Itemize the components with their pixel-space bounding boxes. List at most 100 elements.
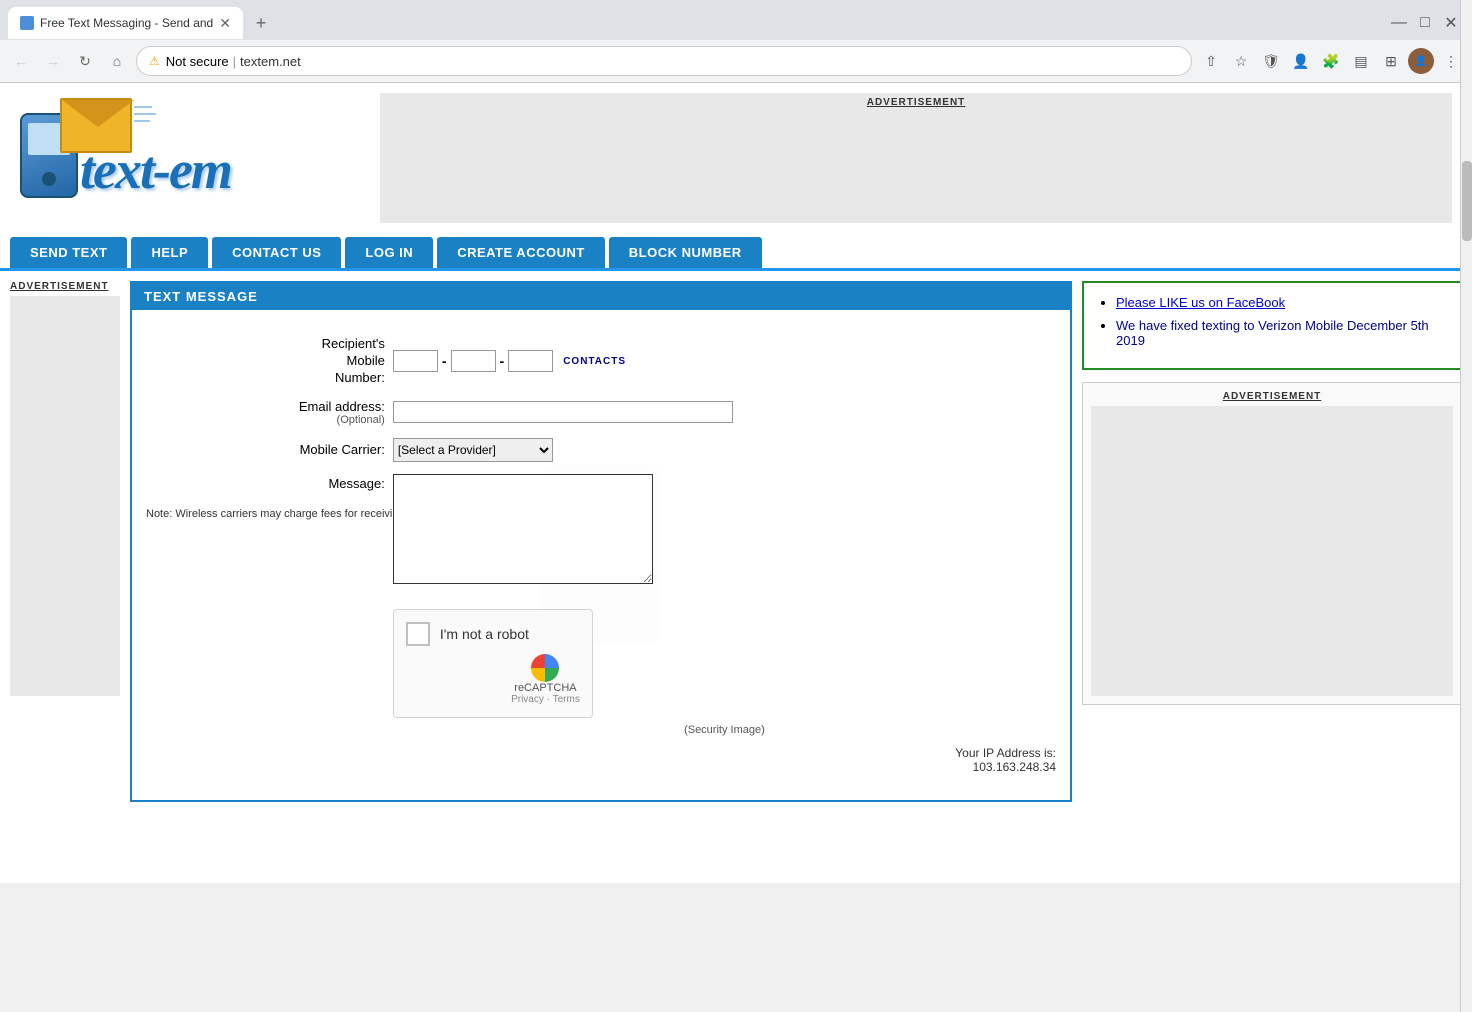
security-warning-text: Not secure — [166, 54, 229, 69]
form-panel-body: Recipient's Mobile Number: - - — [132, 310, 1070, 800]
phone-prefix[interactable] — [451, 350, 496, 372]
logo-text: text-em — [80, 143, 231, 197]
nav-log-in[interactable]: LOG IN — [345, 237, 433, 268]
back-button[interactable]: ← — [8, 48, 34, 74]
email-label: Email address: (Optional) — [142, 393, 389, 432]
header-ad-banner: ADVERTISEMENT — [380, 93, 1452, 223]
carrier-row: Mobile Carrier: [Select a Provider] — [142, 432, 1060, 468]
address-separator: | — [233, 54, 236, 69]
phone-area-code[interactable] — [393, 350, 438, 372]
bookmark-button[interactable]: ☆ — [1228, 48, 1254, 74]
recaptcha-widget[interactable]: I'm not a robot reCAPTCHA Privacy — [393, 609, 593, 718]
message-label: Message: Note: Wireless carriers may cha… — [142, 468, 389, 593]
account-button[interactable]: 👤 — [1288, 48, 1314, 74]
captcha-row: I'm not a robot — [406, 622, 580, 646]
forward-button[interactable]: → — [40, 48, 66, 74]
announcement-verizon: We have fixed texting to Verizon Mobile … — [1116, 318, 1448, 348]
right-ad-label: ADVERTISEMENT — [1091, 391, 1453, 402]
left-ad-label: ADVERTISEMENT — [10, 281, 120, 292]
captcha-cell: I'm not a robot reCAPTCHA Privacy — [389, 593, 1060, 780]
announcement-list: Please LIKE us on FaceBook We have fixed… — [1096, 295, 1448, 348]
recaptcha-links: Privacy · Terms — [511, 694, 580, 705]
recaptcha-logo — [531, 654, 559, 682]
announcement-facebook: Please LIKE us on FaceBook — [1116, 295, 1448, 310]
browser-chrome: Free Text Messaging - Send and ✕ + — □ ✕… — [0, 0, 1472, 83]
recaptcha-label: reCAPTCHA — [514, 682, 576, 694]
phone-dash-2: - — [500, 353, 505, 369]
right-advertisement: ADVERTISEMENT — [1082, 382, 1462, 705]
text-message-panel: TEXT MESSAGE Recipient's Mobile Number: — [130, 281, 1072, 802]
captcha-row: I'm not a robot reCAPTCHA Privacy — [142, 593, 1060, 780]
message-textarea-cell — [389, 468, 1060, 593]
wireless-note: Note: Wireless carriers may charge fees … — [146, 507, 266, 522]
message-row: Message: Note: Wireless carriers may cha… — [142, 468, 1060, 593]
scrollbar-thumb[interactable] — [1462, 161, 1472, 241]
phone-inputs-cell: - - CONTACTS — [389, 330, 1060, 393]
browser-tab[interactable]: Free Text Messaging - Send and ✕ — [8, 7, 243, 39]
phone-line[interactable] — [508, 350, 553, 372]
form-table: Recipient's Mobile Number: - - — [142, 330, 1060, 780]
tab-title: Free Text Messaging - Send and — [40, 16, 213, 30]
address-url: textem.net — [240, 54, 301, 69]
captcha-label: I'm not a robot — [440, 626, 529, 642]
email-row: Email address: (Optional) — [142, 393, 1060, 432]
security-warning-icon: ⚠ — [149, 54, 160, 68]
right-ad-content — [1091, 406, 1453, 696]
nav-block-number[interactable]: BLOCK NUMBER — [609, 237, 762, 268]
phone-inputs: - - CONTACTS — [393, 350, 1056, 372]
privacy-link[interactable]: Privacy — [511, 694, 544, 705]
close-button[interactable]: ✕ — [1442, 14, 1460, 32]
announcement-box: Please LIKE us on FaceBook We have fixed… — [1082, 281, 1462, 370]
window-controls: — □ ✕ — [1390, 14, 1464, 32]
right-sidebar: Please LIKE us on FaceBook We have fixed… — [1082, 281, 1462, 802]
recipient-row: Recipient's Mobile Number: - - — [142, 330, 1060, 393]
toolbar-icons: ⇧ ☆ 🛡 👤 🧩 ▤ ⊞ 👤 ⋮ — [1198, 48, 1464, 74]
nav-create-account[interactable]: CREATE ACCOUNT — [437, 237, 605, 268]
page-wrapper: text-em ADVERTISEMENT SEND TEXT HELP CON… — [0, 83, 1472, 883]
reload-button[interactable]: ↻ — [72, 48, 98, 74]
new-tab-button[interactable]: + — [247, 9, 275, 37]
nav-send-text[interactable]: SEND TEXT — [10, 237, 127, 268]
form-panel-header: TEXT MESSAGE — [132, 283, 1070, 310]
home-button[interactable]: ⌂ — [104, 48, 130, 74]
form-area: TEXT MESSAGE Recipient's Mobile Number: — [130, 281, 1072, 802]
captcha-footer: reCAPTCHA Privacy · Terms — [406, 654, 580, 705]
contacts-button[interactable]: CONTACTS — [563, 356, 626, 367]
profile-avatar[interactable]: 👤 — [1408, 48, 1434, 74]
recipient-label: Recipient's Mobile Number: — [142, 330, 389, 393]
email-input-cell — [389, 393, 1060, 432]
nav-help[interactable]: HELP — [131, 237, 208, 268]
extensions-button[interactable]: 🧩 — [1318, 48, 1344, 74]
carrier-select-cell: [Select a Provider] — [389, 432, 1060, 468]
carrier-dropdown[interactable]: [Select a Provider] — [393, 438, 553, 462]
split-view-button[interactable]: ⊞ — [1378, 48, 1404, 74]
email-input[interactable] — [393, 401, 733, 423]
carrier-label: Mobile Carrier: — [142, 432, 389, 468]
shield-icon[interactable]: 🛡 — [1258, 48, 1284, 74]
share-button[interactable]: ⇧ — [1198, 48, 1224, 74]
facebook-link[interactable]: Please LIKE us on FaceBook — [1116, 295, 1285, 310]
left-ad-content — [10, 296, 120, 696]
tab-close-icon[interactable]: ✕ — [219, 15, 231, 32]
sidebar-button[interactable]: ▤ — [1348, 48, 1374, 74]
browser-titlebar: Free Text Messaging - Send and ✕ + — □ ✕ — [0, 0, 1472, 40]
main-layout: ADVERTISEMENT TEXT MESSAGE Recipient's — [0, 271, 1472, 812]
browser-controls: ← → ↻ ⌂ ⚠ Not secure | textem.net ⇧ ☆ 🛡 … — [0, 40, 1472, 83]
security-image-label: (Security Image) — [393, 724, 1056, 736]
ip-value: 103.163.248.34 — [973, 760, 1056, 774]
message-textarea[interactable] — [393, 474, 653, 584]
site-navigation: SEND TEXT HELP CONTACT US LOG IN CREATE … — [0, 233, 1472, 271]
terms-link[interactable]: Terms — [553, 694, 580, 705]
left-advertisement: ADVERTISEMENT — [10, 281, 120, 802]
header-ad-label: ADVERTISEMENT — [867, 97, 966, 108]
address-bar[interactable]: ⚠ Not secure | textem.net — [136, 46, 1192, 76]
nav-contact-us[interactable]: CONTACT US — [212, 237, 341, 268]
scrollbar-track[interactable] — [1460, 0, 1472, 1012]
logo-area: text-em — [20, 93, 360, 223]
site-header: text-em ADVERTISEMENT — [0, 83, 1472, 233]
maximize-button[interactable]: □ — [1416, 14, 1434, 32]
minimize-button[interactable]: — — [1390, 14, 1408, 32]
verizon-announcement: We have fixed texting to Verizon Mobile … — [1116, 318, 1429, 348]
captcha-checkbox[interactable] — [406, 622, 430, 646]
site-logo: text-em — [20, 93, 350, 223]
